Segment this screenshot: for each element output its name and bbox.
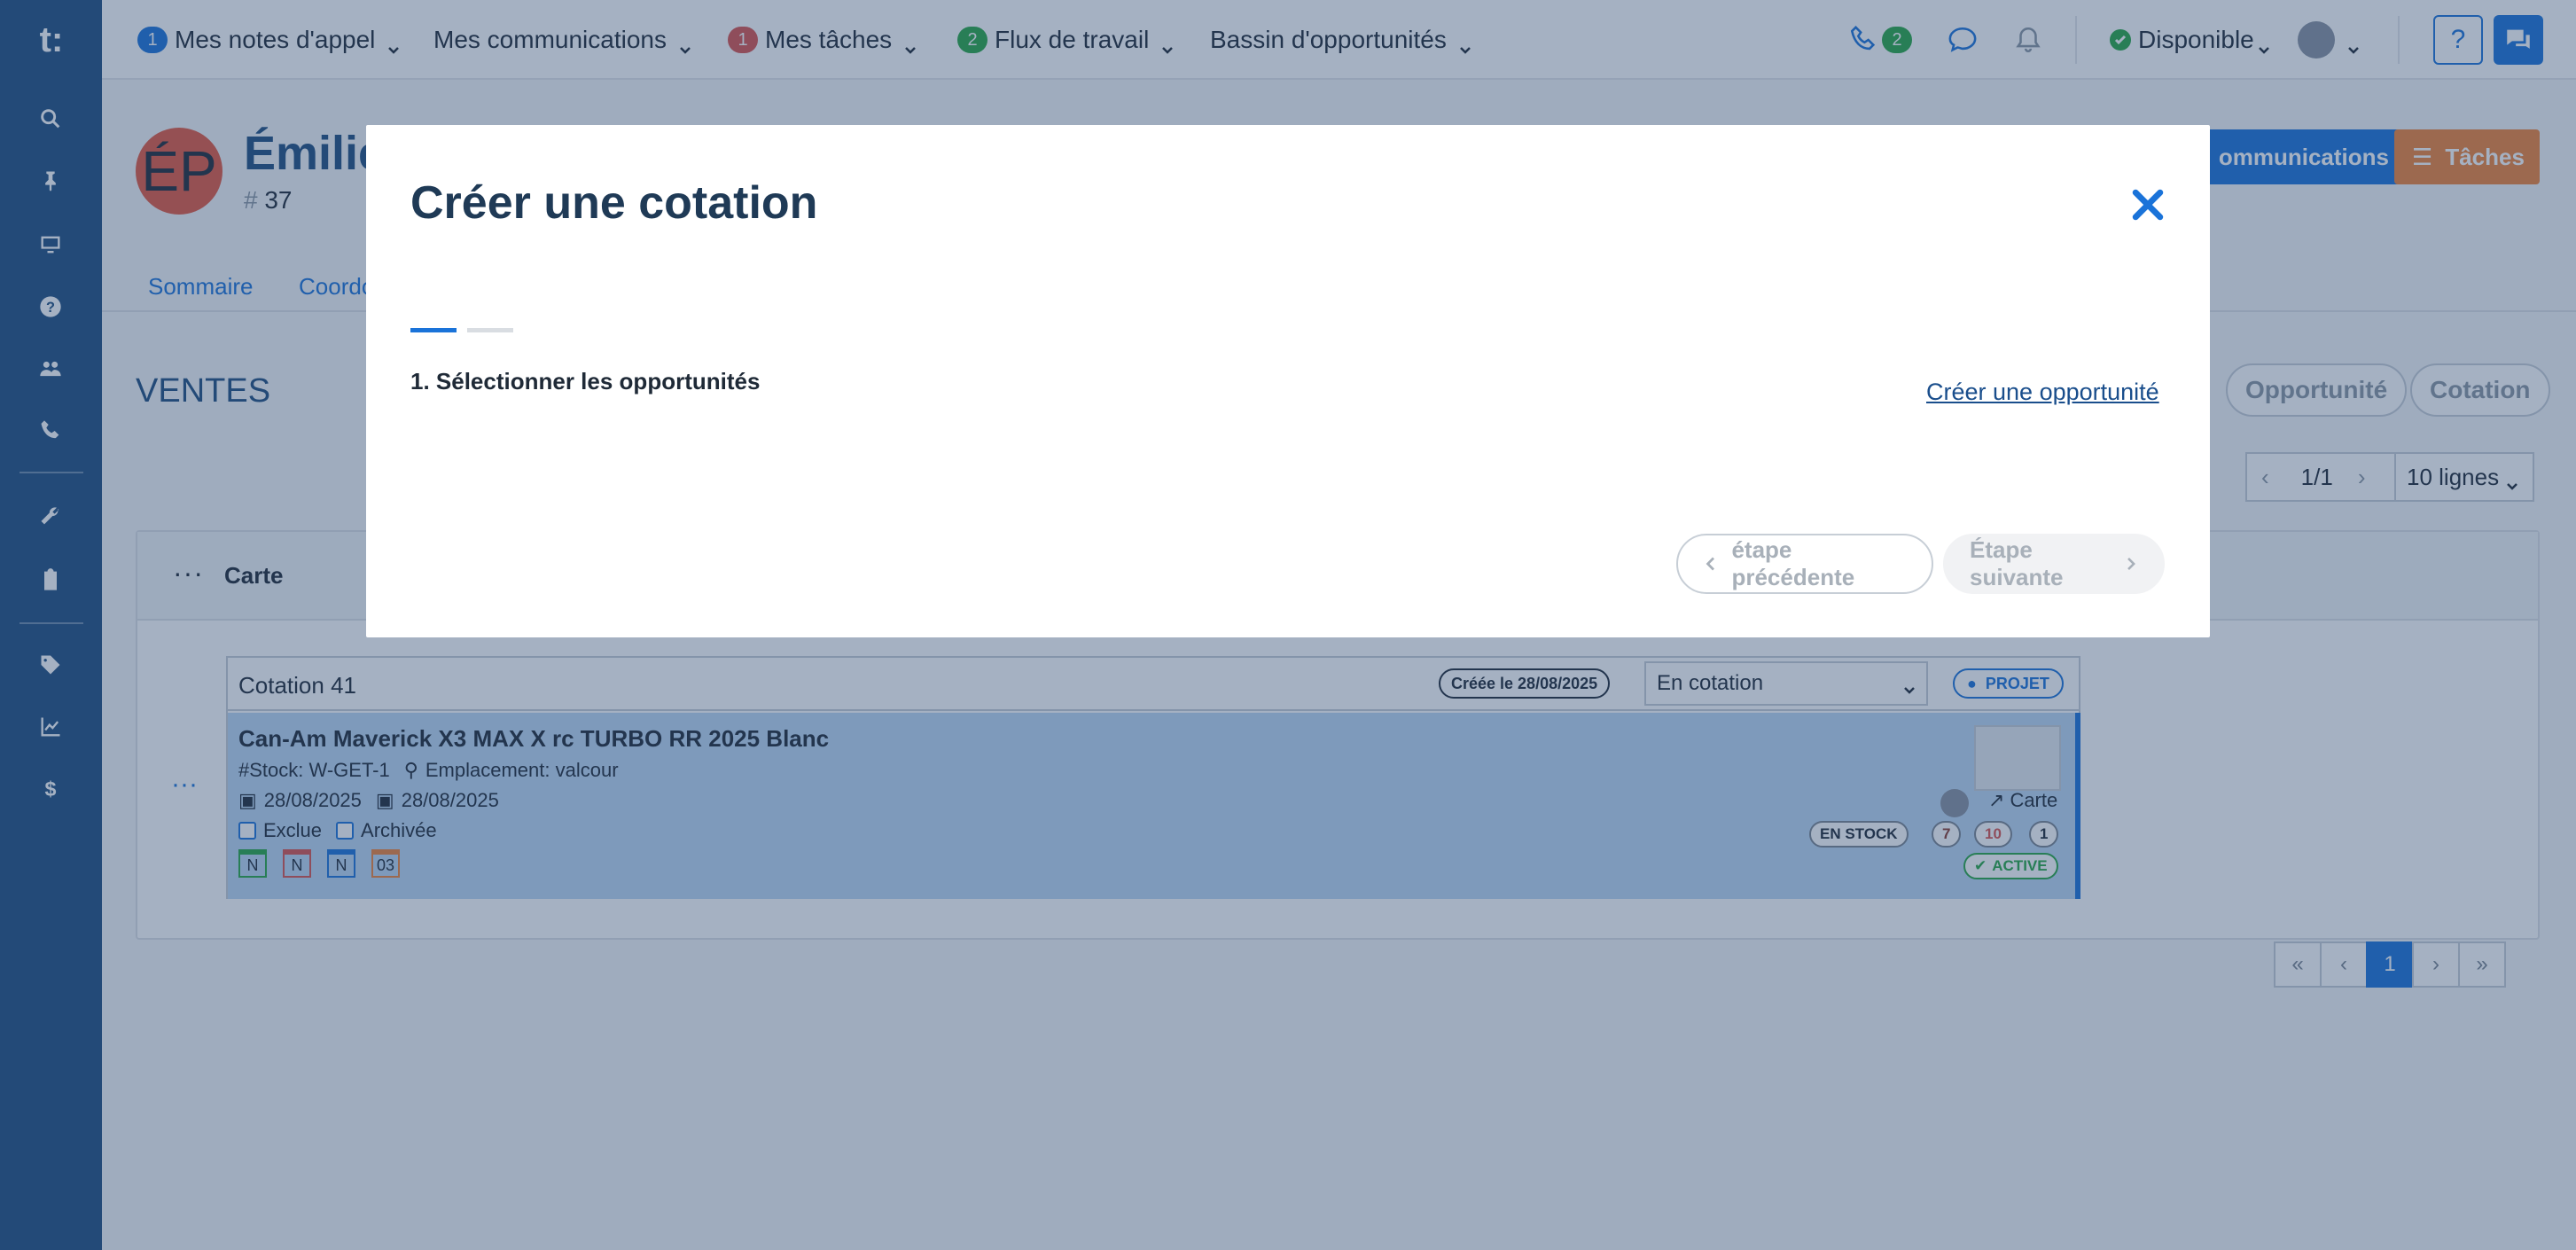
create-quote-modal: Créer une cotation 1. Sélectionner les o… [366, 125, 2210, 637]
chevron-left-icon [1706, 557, 1714, 571]
next-step-label: Étape suivante [1970, 536, 2064, 590]
next-step-button[interactable]: Étape suivante [1943, 534, 2165, 594]
previous-step-button[interactable]: étape précédente [1676, 534, 1933, 594]
chevron-right-icon [2127, 558, 2135, 570]
create-opportunity-link[interactable]: Créer une opportunité [1926, 379, 2159, 406]
close-icon[interactable] [2123, 180, 2173, 230]
step-indicator-active [410, 328, 457, 332]
previous-step-label: étape précédente [1731, 536, 1855, 590]
step-indicator-inactive [467, 328, 513, 332]
modal-title: Créer une cotation [410, 177, 818, 229]
step-label: 1. Sélectionner les opportunités [410, 368, 761, 395]
